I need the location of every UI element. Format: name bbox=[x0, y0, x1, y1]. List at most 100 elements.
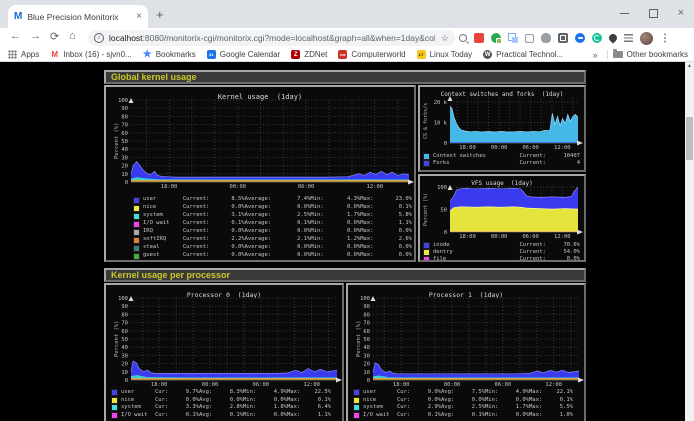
legend-stat-label: Average: bbox=[245, 213, 285, 219]
bookmark-item[interactable]: 31Google Calendar bbox=[207, 50, 280, 59]
frame-icon[interactable] bbox=[525, 34, 534, 43]
bookmark-item[interactable]: ZZDNet bbox=[291, 50, 327, 59]
legend-stat-label: Min: bbox=[310, 253, 334, 259]
legend-stat-label: Average: bbox=[245, 229, 285, 235]
bookmark-item[interactable]: ★Bookmarks bbox=[143, 50, 196, 59]
processor-0-chart[interactable]: Processor 0 (1day) Percent (%) 100908070… bbox=[104, 283, 344, 421]
legend-series-name: Forks bbox=[433, 161, 506, 167]
legend-series-name: user bbox=[143, 197, 183, 203]
x-tick-label: 06:00 bbox=[491, 382, 515, 388]
svg-text:10: 10 bbox=[363, 370, 370, 376]
legend-series-name: I/O wait bbox=[143, 221, 183, 227]
other-bookmarks-button[interactable]: Other bookmarks bbox=[613, 50, 688, 59]
legend-swatch bbox=[424, 243, 429, 248]
forward-icon[interactable]: → bbox=[30, 30, 41, 42]
legend-stat-label: Current: bbox=[183, 237, 219, 243]
copy-icon[interactable] bbox=[508, 33, 518, 43]
legend-series-name: file bbox=[433, 257, 506, 262]
vfs-usage-chart[interactable]: VFS usage (1day) Percent (%) 100500 18:0… bbox=[418, 174, 586, 262]
legend-stat-label: Average: bbox=[245, 245, 285, 251]
menu-icon[interactable]: ⋮ bbox=[660, 33, 670, 43]
legend-row: systemCur:3.3%Avg:2.8%Min:1.8%Max:6.4% bbox=[112, 404, 340, 412]
legend-stat-value: 0.0% bbox=[219, 229, 245, 235]
legend-stat-value: 0.0% bbox=[219, 253, 245, 259]
legend-stat-value: 3.3% bbox=[175, 405, 199, 411]
svg-text:30: 30 bbox=[121, 353, 128, 359]
legend-row: I/O waitCur:0.1%Avg:0.1%Min:0.0%Max:1.1% bbox=[112, 412, 340, 420]
svg-text:10: 10 bbox=[121, 172, 128, 178]
legend-stat-label: Cur: bbox=[155, 405, 175, 411]
legend-stat-label: Average: bbox=[245, 237, 285, 243]
minimize-window-icon[interactable] bbox=[620, 13, 629, 14]
browser-tab[interactable]: M Blue Precision Monitorix × bbox=[8, 5, 148, 28]
bookmark-star-icon[interactable]: ☆ bbox=[441, 33, 449, 44]
context-switches-legend: Context switchesCurrent:10407ForksCurren… bbox=[424, 153, 580, 167]
legend-series-name: nice bbox=[143, 205, 183, 211]
scrollbar-up-icon[interactable]: ▲ bbox=[685, 63, 694, 69]
legend-stat-label: Min: bbox=[310, 221, 334, 227]
wp-icon: W bbox=[483, 50, 492, 59]
legend-stat-value: 4.9% bbox=[263, 390, 287, 396]
folder-icon bbox=[613, 51, 623, 58]
pin-icon[interactable] bbox=[607, 32, 618, 43]
bookmark-label: Computerworld bbox=[351, 50, 405, 59]
grammarly-icon[interactable] bbox=[592, 33, 602, 43]
url-bar[interactable]: i localhost:8080/monitorix-cgi/monitorix… bbox=[88, 30, 455, 46]
maximize-window-icon[interactable] bbox=[649, 9, 658, 18]
legend-swatch bbox=[134, 254, 139, 259]
bookmark-item[interactable]: WPractical Technol... bbox=[483, 50, 563, 59]
globe-icon[interactable] bbox=[491, 33, 501, 43]
gmail-icon[interactable] bbox=[474, 33, 484, 43]
svg-text:20: 20 bbox=[121, 164, 128, 170]
x-tick-label: 06:00 bbox=[519, 234, 543, 240]
legend-stat-label: Avg: bbox=[199, 405, 219, 411]
apps-button[interactable]: Apps bbox=[21, 50, 39, 59]
legend-stat-label: Min: bbox=[485, 398, 505, 404]
legend-stat-value: 0.0% bbox=[505, 413, 529, 419]
legend-stat-value: 0.0% bbox=[384, 229, 412, 235]
legend-stat-label: Cur: bbox=[397, 398, 417, 404]
avatar-icon[interactable] bbox=[640, 32, 653, 45]
cw-icon: cw bbox=[338, 50, 347, 59]
legend-stat-value: 0.0% bbox=[263, 413, 287, 419]
legend-stat-value: 0.1% bbox=[549, 398, 573, 404]
back-icon[interactable]: ← bbox=[10, 30, 21, 42]
legend-stat-label: Cur: bbox=[397, 413, 417, 419]
legend-stat-value: 0.0% bbox=[263, 398, 287, 404]
bookmark-item[interactable]: cw Computerworld bbox=[338, 50, 405, 59]
svg-text:80: 80 bbox=[363, 312, 370, 318]
scrollbar-thumb[interactable] bbox=[686, 117, 693, 160]
bookmarks-separator bbox=[607, 50, 608, 59]
legend-stat-value: 0.1% bbox=[175, 413, 199, 419]
svg-text:60: 60 bbox=[121, 329, 128, 335]
bookmarks-overflow-icon[interactable]: » bbox=[593, 50, 598, 60]
legend-stat-value: 0.0% bbox=[284, 253, 310, 259]
processor-1-chart[interactable]: Processor 1 (1day) Percent (%) 100908070… bbox=[346, 283, 586, 421]
legend-stat-value: 0.0% bbox=[284, 245, 310, 251]
search-icon[interactable] bbox=[459, 34, 467, 42]
tab-close-icon[interactable]: × bbox=[136, 11, 142, 22]
context-switches-chart[interactable]: Context switches and forks (1day) CS & f… bbox=[418, 85, 586, 172]
legend-swatch bbox=[424, 154, 429, 159]
legend-stat-value: 2.1% bbox=[284, 237, 310, 243]
legend-swatch bbox=[112, 398, 117, 403]
page-scrollbar[interactable]: ▲ bbox=[685, 62, 694, 421]
playlist-icon[interactable] bbox=[624, 34, 633, 42]
reload-icon[interactable]: ⟳ bbox=[50, 30, 59, 43]
x-axis-ticks: 18:0000:0006:0012:00 bbox=[450, 145, 578, 152]
kernel-usage-chart[interactable]: Kernel usage (1day) Percent (%) 10090807… bbox=[104, 85, 416, 262]
legend-series-name: user bbox=[363, 390, 397, 396]
new-tab-button[interactable]: + bbox=[156, 7, 164, 22]
bookmark-item[interactable]: LTLinux Today bbox=[417, 50, 473, 59]
home-icon[interactable]: ⌂ bbox=[69, 30, 76, 42]
close-window-icon[interactable]: × bbox=[678, 8, 684, 19]
shapes-icon[interactable] bbox=[541, 33, 551, 43]
page-info-icon[interactable]: i bbox=[94, 33, 104, 43]
legend-stat-value: 0.0% bbox=[417, 398, 441, 404]
legend-series-name: user bbox=[121, 390, 155, 396]
bookmark-item[interactable]: MInbox (16) - sjvn0... bbox=[50, 50, 131, 59]
url-text: localhost:8080/monitorix-cgi/monitorix.c… bbox=[109, 33, 435, 43]
screenshot-icon[interactable] bbox=[558, 33, 568, 43]
messenger-icon[interactable] bbox=[575, 33, 585, 43]
x-axis-ticks: 18:0000:0006:0012:00 bbox=[131, 382, 337, 389]
